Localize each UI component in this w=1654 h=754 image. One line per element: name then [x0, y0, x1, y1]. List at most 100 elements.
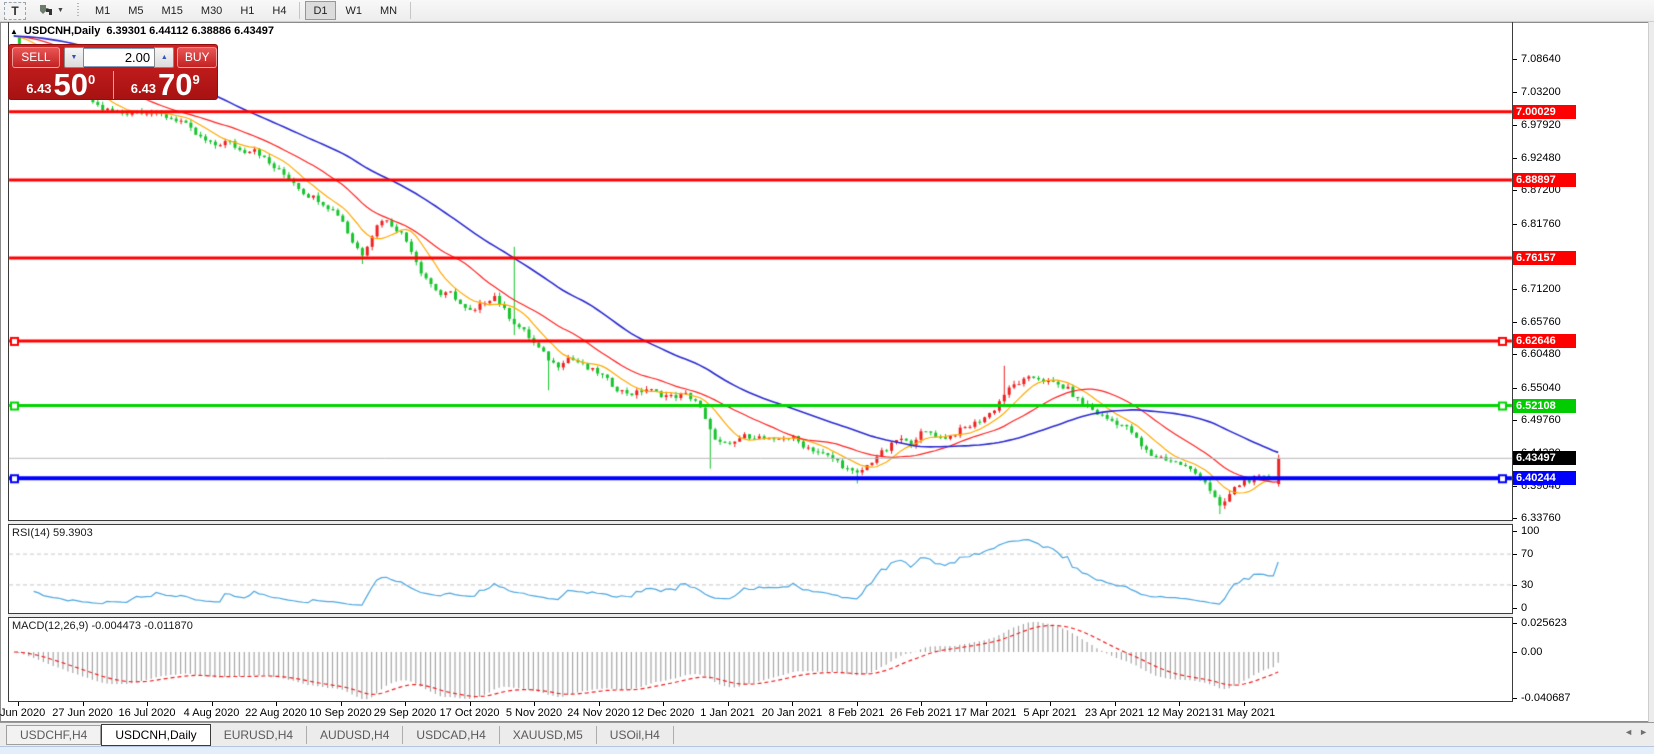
tab-scroll-buttons: ◄ ►	[1624, 727, 1648, 737]
text-tool-button[interactable]: T	[4, 2, 26, 20]
date-label: 29 Sep 2020	[374, 707, 436, 719]
date-tick	[792, 702, 793, 706]
toolbar-grip[interactable]	[76, 3, 80, 18]
date-tick	[599, 702, 600, 706]
date-label: 8 Feb 2021	[829, 707, 885, 719]
status-bar	[0, 746, 1654, 754]
one-click-trade-panel: SELL ▼ ▲ BUY 6.43 50 0 6.43 70 9	[8, 44, 218, 100]
buy-price-prefix: 6.43	[131, 81, 156, 96]
date-label: 17 Mar 2021	[955, 707, 1017, 719]
mt4-window: { "toolbar": { "tool_t": "T", "timeframe…	[0, 0, 1654, 754]
buy-price-pipette: 9	[193, 72, 200, 87]
chart-tab-usdchf[interactable]: USDCHF,H4	[6, 725, 101, 745]
timeframe-button-d1[interactable]: D1	[305, 1, 335, 20]
date-tick	[470, 702, 471, 706]
date-label: 16 Jul 2020	[119, 707, 176, 719]
date-tick	[534, 702, 535, 706]
rsi-name: RSI(14)	[12, 527, 50, 539]
date-label: 26 Feb 2021	[890, 707, 952, 719]
date-label: 27 Jun 2020	[52, 707, 113, 719]
macd-signal-value: -0.011870	[144, 620, 193, 632]
price-chart-canvas[interactable]	[0, 22, 1654, 520]
chevron-down-icon: ▼	[57, 7, 64, 14]
price-level-badge: 6.40244	[1513, 471, 1576, 485]
date-label: 5 Apr 2021	[1023, 707, 1076, 719]
date-tick	[1179, 702, 1180, 706]
date-label: 1 Jan 2021	[700, 707, 754, 719]
date-tick	[728, 702, 729, 706]
date-label: 23 Apr 2021	[1085, 707, 1144, 719]
date-label: 12 May 2021	[1147, 707, 1211, 719]
date-label: 22 Aug 2020	[245, 707, 307, 719]
arrows-tool-button[interactable]: ▼	[34, 2, 68, 19]
rsi-value: 59.3903	[53, 527, 93, 539]
buy-button[interactable]: BUY	[177, 47, 217, 68]
chart-title: ▲ USDCNH,Daily 6.39301 6.44112 6.38886 6…	[10, 25, 274, 37]
tab-scroll-left-button[interactable]: ◄	[1624, 727, 1633, 737]
date-tick	[857, 702, 858, 706]
volume-input[interactable]	[84, 48, 154, 67]
chart-tab-audusd[interactable]: AUDUSD,H4	[307, 726, 403, 744]
top-toolbar: T ▼ M1M5M15M30H1H4 D1W1MN	[0, 0, 1654, 22]
date-tick	[276, 702, 277, 706]
date-label: 20 Jan 2021	[762, 707, 823, 719]
chart-tab-usoil[interactable]: USOil,H4	[597, 726, 674, 744]
macd-main-value: -0.004473	[91, 620, 141, 632]
ohlc-values: 6.39301 6.44112 6.38886 6.43497	[106, 25, 274, 37]
macd-indicator-canvas[interactable]	[0, 618, 1654, 701]
date-label: 31 May 2021	[1212, 707, 1276, 719]
buy-price-display[interactable]: 6.43 70 9	[114, 69, 218, 101]
date-label: 5 Nov 2020	[506, 707, 562, 719]
date-tick	[1244, 702, 1245, 706]
macd-label: MACD(12,26,9) -0.004473 -0.011870	[12, 620, 193, 632]
price-level-badge: 6.62646	[1513, 334, 1576, 348]
chart-tab-usdcnh[interactable]: USDCNH,Daily	[101, 724, 210, 746]
date-label: 9 Jun 2020	[0, 707, 45, 719]
price-level-badge: 7.00029	[1513, 105, 1576, 119]
date-label: 24 Nov 2020	[567, 707, 629, 719]
date-tick	[921, 702, 922, 706]
rsi-indicator-canvas[interactable]	[0, 525, 1654, 613]
timeframe-button-mn[interactable]: MN	[372, 1, 405, 20]
timeframe-button-h4[interactable]: H4	[264, 1, 294, 20]
price-level-badge: 6.88897	[1513, 173, 1576, 187]
collapse-arrow-icon[interactable]: ▲	[10, 27, 18, 36]
tab-scroll-right-button[interactable]: ►	[1639, 727, 1648, 737]
date-tick	[18, 702, 19, 706]
price-level-badge: 6.52108	[1513, 399, 1576, 413]
arrows-icon	[38, 4, 54, 17]
symbol-period-label: USDCNH,Daily	[24, 25, 100, 37]
date-tick	[341, 702, 342, 706]
toolbar-separator	[410, 2, 411, 19]
timeframe-button-m15[interactable]: M15	[154, 1, 191, 20]
date-axis[interactable]: 9 Jun 2020 27 Jun 2020 16 Jul 2020 4 Aug 20…	[0, 701, 1654, 722]
volume-increase-button[interactable]: ▲	[154, 47, 174, 68]
date-label: 4 Aug 2020	[184, 707, 240, 719]
date-tick	[1050, 702, 1051, 706]
date-tick	[663, 702, 664, 706]
timeframe-button-w1[interactable]: W1	[338, 1, 371, 20]
timeframe-button-m5[interactable]: M5	[120, 1, 151, 20]
chart-tab-bar: USDCHF,H4USDCNH,DailyEURUSD,H4AUDUSD,H4U…	[0, 722, 1654, 746]
date-label: 17 Oct 2020	[440, 707, 500, 719]
timeframe-button-h1[interactable]: H1	[232, 1, 262, 20]
rsi-label: RSI(14) 59.3903	[12, 527, 93, 539]
sell-price-pipette: 0	[88, 72, 95, 87]
date-tick	[1115, 702, 1116, 706]
chart-tab-xauusd[interactable]: XAUUSD,M5	[500, 726, 597, 744]
timeframe-button-m30[interactable]: M30	[193, 1, 230, 20]
price-level-badge: 6.76157	[1513, 251, 1576, 265]
toolbar-separator	[299, 2, 300, 19]
date-tick	[405, 702, 406, 706]
timeframe-button-m1[interactable]: M1	[87, 1, 118, 20]
chart-tab-eurusd[interactable]: EURUSD,H4	[211, 726, 307, 744]
sell-price-big: 50	[54, 71, 88, 99]
sell-price-display[interactable]: 6.43 50 0	[9, 69, 113, 101]
triangle-up-icon: ▲	[161, 54, 168, 61]
text-tool-icon: T	[11, 4, 18, 18]
chart-tab-usdcad[interactable]: USDCAD,H4	[403, 726, 499, 744]
buy-price-big: 70	[158, 71, 192, 99]
date-label: 10 Sep 2020	[309, 707, 371, 719]
sell-button[interactable]: SELL	[12, 47, 60, 68]
volume-decrease-button[interactable]: ▼	[64, 47, 84, 68]
